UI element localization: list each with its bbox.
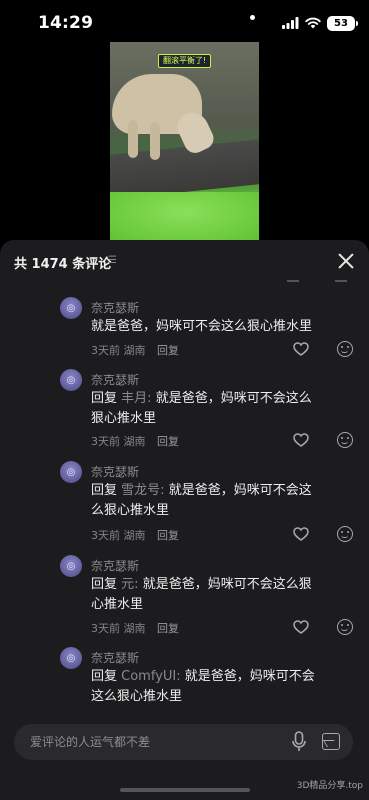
reply-to-user[interactable]: ComfyUI:: [121, 669, 180, 684]
comment-input-placeholder: 爱评论的人运气都不差: [30, 735, 151, 749]
comments-header: 共 1474 条评论 ☰: [0, 240, 369, 284]
comment-text: 就是爸爸，妈咪可不会这么狠心推水里: [91, 317, 319, 337]
avatar-glyph: ◎: [66, 652, 76, 664]
avatar[interactable]: ◎: [60, 647, 82, 669]
avatar[interactable]: ◎: [60, 297, 82, 319]
avatar[interactable]: ◎: [60, 369, 82, 391]
reply-to-user[interactable]: 雪龙号:: [121, 483, 164, 498]
sort-icon[interactable]: ☰: [108, 255, 117, 266]
like-icon[interactable]: [293, 433, 309, 447]
image-icon[interactable]: [322, 733, 340, 750]
comment-meta: 3天前 湖南 回复: [91, 433, 179, 449]
status-bar: 14:29 53: [0, 0, 369, 48]
video-pond: [110, 192, 259, 242]
emoji-icon[interactable]: [337, 619, 353, 635]
avatar-glyph: ◎: [66, 560, 76, 572]
comment-location: 湖南: [123, 622, 146, 635]
like-icon[interactable]: [293, 527, 309, 541]
comment-username[interactable]: 奈克瑟斯: [91, 557, 139, 574]
close-button[interactable]: [335, 250, 357, 272]
battery-icon: 53: [327, 15, 358, 31]
comment-location: 湖南: [123, 435, 146, 448]
like-icon[interactable]: [293, 620, 309, 634]
emoji-icon[interactable]: [337, 432, 353, 448]
reply-button[interactable]: 回复: [157, 435, 179, 448]
video-dog-leg: [128, 120, 138, 158]
wifi-icon: [305, 17, 321, 29]
reply-prefix: 回复: [91, 577, 118, 592]
reply-prefix: 回复: [91, 483, 118, 498]
comment-username[interactable]: 奈克瑟斯: [91, 299, 139, 316]
reply-to-user[interactable]: 丰月:: [121, 391, 151, 406]
reply-prefix: 回复: [91, 669, 118, 684]
comment-text: 回复 雪龙号: 就是爸爸，妈咪可不会这么狠心推水里: [91, 481, 319, 521]
comment-time: 3天前: [91, 344, 120, 357]
comment-count: 共 1474 条评论: [14, 257, 112, 272]
comment-text: 回复 丰月: 就是爸爸，妈咪可不会这么狠心推水里: [91, 389, 319, 429]
battery-level: 53: [334, 17, 348, 29]
like-icon-partial[interactable]: [286, 280, 300, 286]
avatar-glyph: ◎: [66, 466, 76, 478]
video-caption-tag: 翻滚平衡了!: [158, 54, 212, 68]
comment-meta: 3天前 湖南 回复: [91, 527, 179, 543]
comment-location: 湖南: [123, 529, 146, 542]
comment-username[interactable]: 奈克瑟斯: [91, 371, 139, 388]
reply-prefix: 回复: [91, 391, 118, 406]
comment-text: 回复 元: 就是爸爸，妈咪可不会这么狠心推水里: [91, 575, 319, 615]
home-indicator[interactable]: [120, 788, 250, 792]
comment-time: 3天前: [91, 622, 120, 635]
status-time: 14:29: [38, 13, 94, 33]
comment-meta: 3天前 湖南 回复: [91, 342, 179, 358]
video-player[interactable]: 翻滚平衡了!: [110, 42, 259, 242]
avatar-glyph: ◎: [66, 302, 76, 314]
mic-icon[interactable]: [292, 731, 306, 753]
watermark: 3D精品分享.top: [296, 781, 363, 791]
comment-input[interactable]: 爱评论的人运气都不差: [14, 724, 353, 760]
reply-to-user[interactable]: 元:: [121, 577, 138, 592]
reply-button[interactable]: 回复: [157, 344, 179, 357]
video-dog-leg: [150, 122, 160, 160]
emoji-icon[interactable]: [337, 341, 353, 357]
like-icon[interactable]: [293, 342, 309, 356]
comment-username[interactable]: 奈克瑟斯: [91, 463, 139, 480]
comment-text: 回复 ComfyUI: 就是爸爸，妈咪可不会这么狠心推水里: [91, 667, 319, 707]
comment-time: 3天前: [91, 529, 120, 542]
avatar[interactable]: ◎: [60, 555, 82, 577]
comment-location: 湖南: [123, 344, 146, 357]
comment-text-body: 就是爸爸，妈咪可不会这么狠心推水里: [91, 319, 313, 334]
reply-button[interactable]: 回复: [157, 622, 179, 635]
emoji-icon[interactable]: [337, 526, 353, 542]
status-icons: 53: [282, 14, 358, 32]
emoji-icon-partial[interactable]: [334, 280, 348, 286]
privacy-indicator-dot: [250, 15, 255, 20]
comment-meta: 3天前 湖南 回复: [91, 620, 179, 636]
comment-time: 3天前: [91, 435, 120, 448]
comments-sheet: 共 1474 条评论 ☰ ◎ 奈克瑟斯 就是爸爸，妈咪可不会这么狠心推水里 3天…: [0, 240, 369, 800]
reply-button[interactable]: 回复: [157, 529, 179, 542]
comment-username[interactable]: 奈克瑟斯: [91, 649, 139, 666]
avatar[interactable]: ◎: [60, 461, 82, 483]
avatar-glyph: ◎: [66, 374, 76, 386]
signal-icon: [282, 17, 299, 29]
